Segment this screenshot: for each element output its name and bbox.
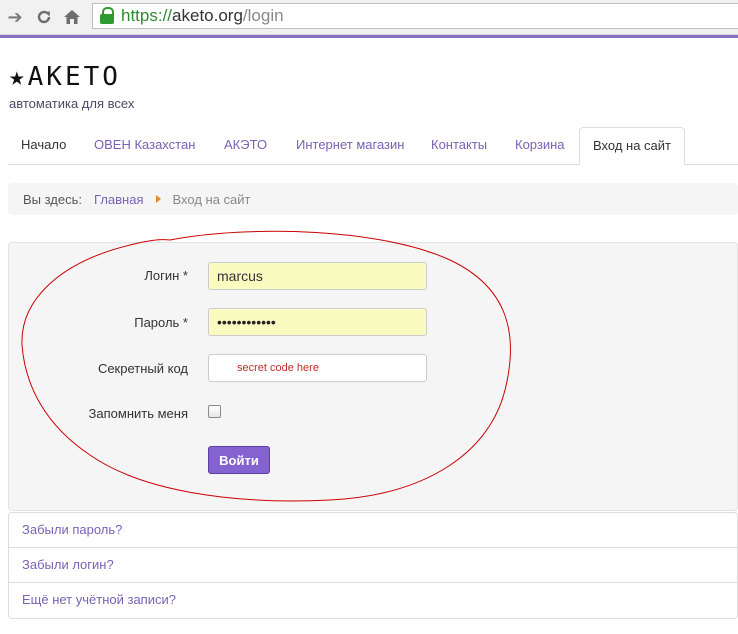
secret-code-input[interactable]: secret code here xyxy=(208,354,427,382)
site-logo[interactable]: ★AKETO xyxy=(9,62,121,92)
secret-code-label: Секретный код xyxy=(97,361,188,376)
menu-item-login[interactable]: Вход на сайт xyxy=(579,127,685,165)
arrow-right-icon[interactable]: ➔ xyxy=(4,6,26,28)
reload-icon-glyph xyxy=(37,10,51,24)
breadcrumb-prefix: Вы здесь: xyxy=(23,191,83,207)
login-submit-button[interactable]: Войти xyxy=(208,446,270,474)
lock-icon xyxy=(99,7,115,25)
browser-toolbar: ➔ https://aketo.org/login xyxy=(0,0,738,35)
breadcrumb: Вы здесь: Главная Вход на сайт xyxy=(8,183,738,215)
breadcrumb-arrow-icon xyxy=(155,195,161,203)
menu-item-shop[interactable]: Интернет магазин xyxy=(283,127,417,164)
password-input-value: •••••••••••• xyxy=(217,314,276,330)
site-tagline: автоматика для всех xyxy=(9,96,135,111)
home-icon[interactable] xyxy=(61,6,83,28)
account-links: Забыли пароль? Забыли логин? Ещё нет учё… xyxy=(8,512,738,619)
forgot-password-link[interactable]: Забыли пароль? xyxy=(9,513,737,548)
url-path: /login xyxy=(242,6,284,25)
menu-item-contacts[interactable]: Контакты xyxy=(418,127,500,164)
breadcrumb-current: Вход на сайт xyxy=(172,191,251,207)
login-input-value: marcus xyxy=(217,268,263,284)
address-bar[interactable]: https://aketo.org/login xyxy=(92,3,738,29)
menu-item-cart[interactable]: Корзина xyxy=(502,127,578,164)
url-host: aketo.org xyxy=(172,6,243,25)
home-icon-glyph xyxy=(64,10,80,24)
menu-item-aketo[interactable]: АКЭТО xyxy=(211,127,280,164)
menu-item-oven[interactable]: ОВЕН Казахстан xyxy=(81,127,208,164)
reload-icon[interactable] xyxy=(33,6,55,28)
breadcrumb-home-link[interactable]: Главная xyxy=(94,192,143,207)
main-menu: Начало ОВЕН Казахстан АКЭТО Интернет маг… xyxy=(8,127,738,165)
menu-item-home[interactable]: Начало xyxy=(8,127,79,164)
page-top-border xyxy=(0,35,738,38)
secret-code-hint: secret code here xyxy=(237,362,319,374)
remember-me-label: Запомнить меня xyxy=(88,406,188,421)
password-input[interactable]: •••••••••••• xyxy=(208,308,427,336)
remember-me-checkbox[interactable] xyxy=(208,405,221,418)
forgot-login-link[interactable]: Забыли логин? xyxy=(9,548,737,583)
login-label: Логин * xyxy=(144,268,188,283)
login-input[interactable]: marcus xyxy=(208,262,427,290)
password-label: Пароль * xyxy=(134,315,188,330)
register-link[interactable]: Ещё нет учётной записи? xyxy=(9,583,737,618)
url-scheme: https:// xyxy=(121,6,173,25)
